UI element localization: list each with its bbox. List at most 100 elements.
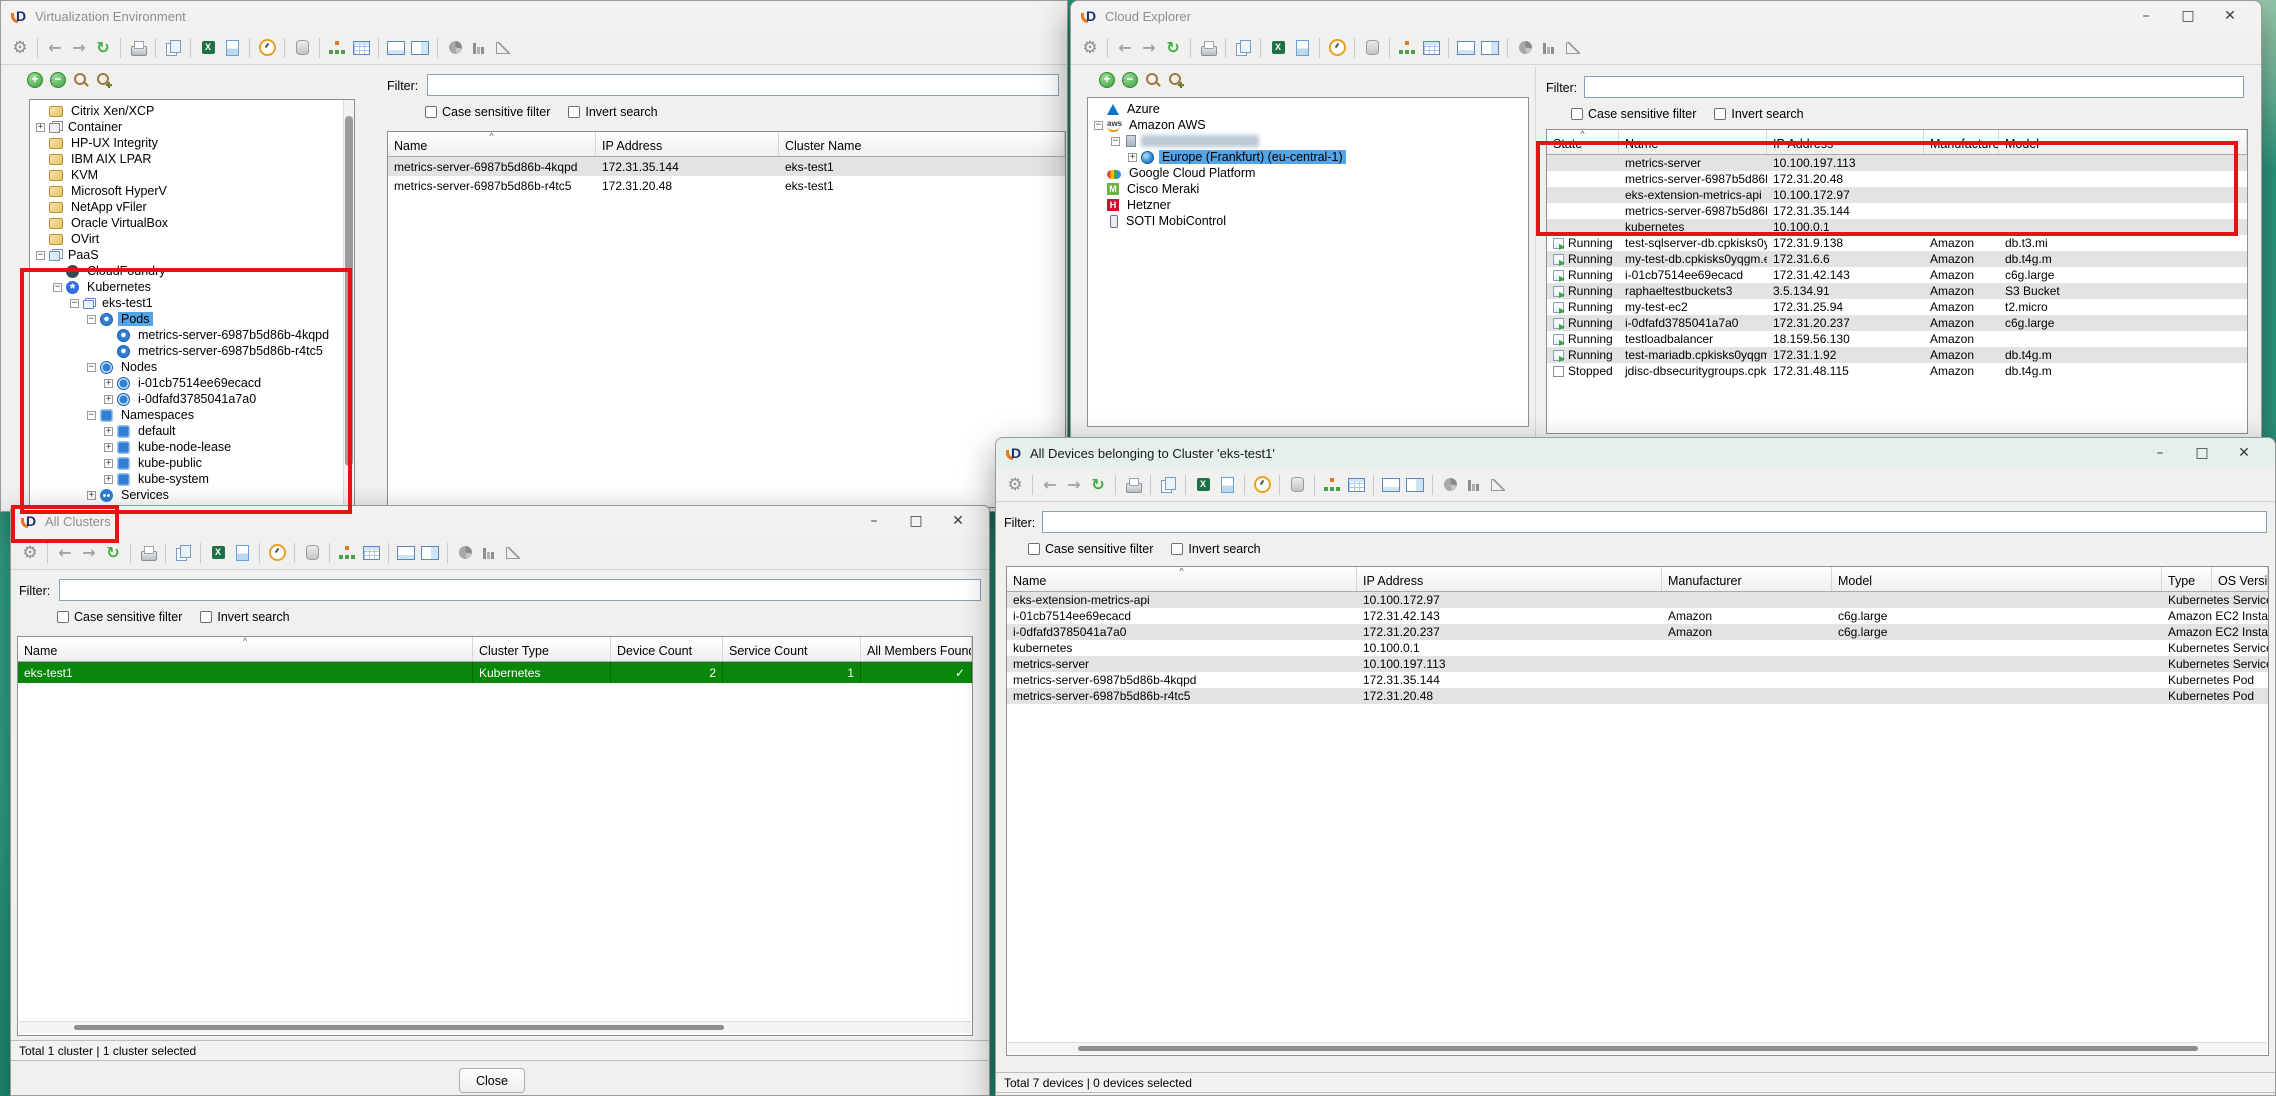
column-header-state[interactable]: ^State: [1547, 130, 1619, 154]
column-header-manufacturer[interactable]: Manufacturer: [1924, 130, 1999, 154]
export-document-icon[interactable]: [221, 37, 243, 59]
table-row-jdisc-dbsecuritygroups-cpkisks0yqgm-e[interactable]: Stoppedjdisc-dbsecuritygroups.cpkisks0yq…: [1547, 363, 2247, 379]
tree-item-amazon-aws[interactable]: −Amazon AWS: [1088, 117, 1528, 133]
tree-item-azure[interactable]: Azure: [1088, 101, 1528, 117]
horizontal-scrollbar[interactable]: [19, 1021, 971, 1033]
tree-item-services[interactable]: +Services: [30, 487, 342, 503]
print-icon[interactable]: [127, 37, 149, 59]
search-icon[interactable]: [1145, 72, 1161, 88]
expand-toggle-icon[interactable]: +: [104, 379, 113, 388]
split-vertical-icon[interactable]: [1404, 474, 1426, 496]
column-header-model[interactable]: Model: [1999, 130, 2247, 154]
table-row-172-31-20-48[interactable]: metrics-server-6987b5d86b-r4tc5172.31.20…: [388, 176, 1065, 195]
tree-item-netapp-vfiler[interactable]: NetApp vFiler: [30, 199, 342, 215]
table-view-icon[interactable]: [360, 542, 382, 564]
tree-item-metrics-server-6987b5d86b-r4tc5[interactable]: metrics-server-6987b5d86b-r4tc5: [30, 343, 342, 359]
search-icon[interactable]: [73, 72, 89, 88]
tree-item-paas[interactable]: −PaaS: [30, 247, 342, 263]
column-header-model[interactable]: Model: [1832, 567, 2162, 591]
back-icon[interactable]: [1114, 37, 1136, 59]
collapse-all-icon[interactable]: [1122, 72, 1138, 88]
table-row-172-31-20-237[interactable]: i-0dfafd3785041a7a0172.31.20.237Amazonc6…: [1007, 624, 2268, 640]
export-excel-icon[interactable]: [197, 37, 219, 59]
expand-toggle-icon[interactable]: +: [104, 475, 113, 484]
tree-item-oracle-virtualbox[interactable]: Oracle VirtualBox: [30, 215, 342, 231]
split-vertical-icon[interactable]: [419, 542, 441, 564]
table-row-172-31-42-143[interactable]: i-01cb7514ee69ecacd172.31.42.143Amazonc6…: [1007, 608, 2268, 624]
tree-item-hp-ux-integrity[interactable]: HP-UX Integrity: [30, 135, 342, 151]
split-vertical-icon[interactable]: [409, 37, 431, 59]
case-sensitive-filter-checkbox[interactable]: [57, 611, 69, 623]
copy-icon[interactable]: [162, 37, 184, 59]
expand-toggle-icon[interactable]: +: [1128, 153, 1137, 162]
expand-toggle-icon[interactable]: +: [104, 443, 113, 452]
scrollbar-thumb[interactable]: [1078, 1046, 2198, 1051]
settings-icon[interactable]: [1004, 474, 1026, 496]
tree-item-container[interactable]: +Container: [30, 119, 342, 135]
scheduler-icon[interactable]: [1326, 37, 1348, 59]
close-window-button[interactable]: ✕: [937, 508, 979, 534]
chart-disabled-icon[interactable]: [1487, 474, 1509, 496]
tree-item-citrix-xen-xcp[interactable]: Citrix Xen/XCP: [30, 103, 342, 119]
filter-input[interactable]: [1042, 511, 2267, 533]
pie-chart-icon[interactable]: [1514, 37, 1536, 59]
case-sensitive-filter-checkbox[interactable]: [425, 106, 437, 118]
tree-item-redacted-account[interactable]: −: [1088, 133, 1528, 149]
forward-icon[interactable]: [1063, 474, 1085, 496]
filter-input[interactable]: [59, 579, 981, 601]
refresh-icon[interactable]: [1087, 474, 1109, 496]
table-row-kubernetes[interactable]: eks-test1Kubernetes21✓: [18, 662, 972, 683]
settings-icon[interactable]: [9, 37, 31, 59]
bar-chart-icon[interactable]: [1538, 37, 1560, 59]
expand-toggle-icon[interactable]: +: [104, 459, 113, 468]
tree-item-eks-test1[interactable]: −eks-test1: [30, 295, 342, 311]
maximize-button[interactable]: □: [2167, 3, 2209, 29]
back-icon[interactable]: [44, 37, 66, 59]
forward-icon[interactable]: [1138, 37, 1160, 59]
column-header-ip-address[interactable]: IP Address: [596, 132, 779, 156]
database-icon[interactable]: [291, 37, 313, 59]
chart-disabled-icon[interactable]: [492, 37, 514, 59]
column-header-cluster-name[interactable]: Cluster Name: [779, 132, 1065, 156]
collapse-toggle-icon[interactable]: −: [87, 315, 96, 324]
minimize-button[interactable]: –: [853, 508, 895, 534]
tree-item-default[interactable]: +default: [30, 423, 342, 439]
invert-search-checkbox[interactable]: [200, 611, 212, 623]
close-window-button[interactable]: ✕: [2209, 3, 2251, 29]
table-row-10-100-172-97[interactable]: eks-extension-metrics-api10.100.172.97Ku…: [1007, 592, 2268, 608]
tree-item-kube-public[interactable]: +kube-public: [30, 455, 342, 471]
tree-item-nodes[interactable]: −Nodes: [30, 359, 342, 375]
collapse-all-icon[interactable]: [50, 72, 66, 88]
table-row-metrics-server[interactable]: metrics-server10.100.197.113: [1547, 155, 2247, 171]
collapse-toggle-icon[interactable]: −: [1094, 121, 1103, 130]
table-row-metrics-server-6987b5d86b-r4tc5[interactable]: metrics-server-6987b5d86b-r4tc5172.31.20…: [1547, 171, 2247, 187]
column-header-all-members-found[interactable]: All Members Found: [861, 637, 972, 661]
table-row-kubernetes[interactable]: kubernetes10.100.0.1: [1547, 219, 2247, 235]
table-row-172-31-20-48[interactable]: metrics-server-6987b5d86b-r4tc5172.31.20…: [1007, 688, 2268, 704]
close-button[interactable]: Close: [459, 1068, 525, 1093]
table-row-raphaeltestbuckets3[interactable]: Runningraphaeltestbuckets33.5.134.91Amaz…: [1547, 283, 2247, 299]
bar-chart-icon[interactable]: [468, 37, 490, 59]
invert-search-checkbox[interactable]: [568, 106, 580, 118]
table-row-10-100-0-1[interactable]: kubernetes10.100.0.1Kubernetes Service: [1007, 640, 2268, 656]
copy-icon[interactable]: [172, 542, 194, 564]
collapse-toggle-icon[interactable]: −: [70, 299, 79, 308]
search-next-icon[interactable]: [96, 72, 112, 88]
refresh-icon[interactable]: [1162, 37, 1184, 59]
tree-item-microsoft-hyperv[interactable]: Microsoft HyperV: [30, 183, 342, 199]
column-header-ip-address[interactable]: IP Address: [1767, 130, 1924, 154]
forward-icon[interactable]: [78, 542, 100, 564]
expand-toggle-icon[interactable]: +: [87, 491, 96, 500]
column-header-service-count[interactable]: Service Count: [723, 637, 861, 661]
scheduler-icon[interactable]: [256, 37, 278, 59]
table-row-my-test-db-cpkisks0yqgm-eu-central-1[interactable]: Runningmy-test-db.cpkisks0yqgm.eu-centra…: [1547, 251, 2247, 267]
pie-chart-icon[interactable]: [444, 37, 466, 59]
titlebar[interactable]: D All Clusters – □ ✕: [11, 506, 989, 536]
titlebar[interactable]: D All Devices belonging to Cluster 'eks-…: [996, 438, 2275, 468]
forward-icon[interactable]: [68, 37, 90, 59]
export-document-icon[interactable]: [1216, 474, 1238, 496]
tree-view-icon[interactable]: [336, 542, 358, 564]
scrollbar-thumb[interactable]: [74, 1025, 724, 1030]
filter-input[interactable]: [427, 74, 1059, 96]
tree-item-kube-system[interactable]: +kube-system: [30, 471, 342, 487]
